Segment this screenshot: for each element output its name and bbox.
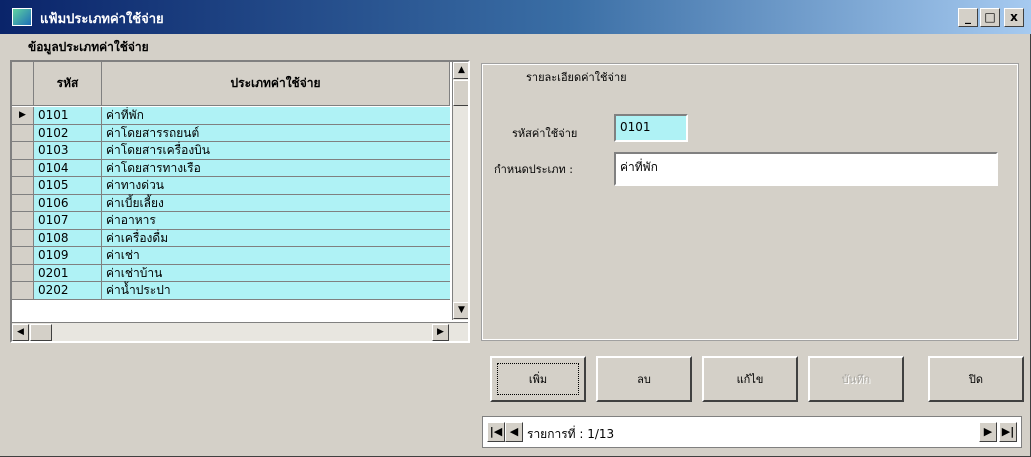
cell-type[interactable]: ค่าที่พัก <box>102 107 450 124</box>
row-indicator[interactable] <box>12 247 34 264</box>
cell-type[interactable]: ค่าอาหาร <box>102 212 450 229</box>
cell-code[interactable]: 0108 <box>34 229 102 246</box>
cell-type[interactable]: ค่าทางด่วน <box>102 177 450 194</box>
row-indicator[interactable] <box>12 142 34 159</box>
close-window-button[interactable]: x <box>1004 8 1024 27</box>
cell-type[interactable]: ค่าเช่าบ้าน <box>102 264 450 281</box>
cell-type[interactable]: ค่าเช่า <box>102 247 450 264</box>
code-label: รหัสค่าใช้จ่าย <box>512 127 578 140</box>
row-indicator[interactable] <box>12 282 34 299</box>
expense-type-grid[interactable]: รหัส ประเภทค่าใช้จ่าย ▶ 0101 ค่าที่พัก 0102… <box>10 60 470 343</box>
scroll-right-icon[interactable]: ▶ <box>432 324 449 341</box>
table-row[interactable]: 0107 ค่าอาหาร <box>12 212 450 230</box>
detail-legend: รายละเอียดค่าใช้จ่าย <box>520 68 633 86</box>
section-title: ข้อมูลประเภทค่าใช้จ่าย <box>28 40 149 54</box>
cell-code[interactable]: 0107 <box>34 212 102 229</box>
app-icon <box>12 8 32 26</box>
type-field[interactable]: ค่าที่พัก <box>614 152 998 186</box>
record-navigator: |◀ ◀ รายการที่ : 1/13 ▶ ▶| <box>482 416 1022 448</box>
row-indicator[interactable] <box>12 177 34 194</box>
delete-button[interactable]: ลบ <box>596 356 692 402</box>
cell-code[interactable]: 0103 <box>34 142 102 159</box>
grid-header: รหัส ประเภทค่าใช้จ่าย <box>12 62 450 106</box>
close-button[interactable]: ปิด <box>928 356 1024 402</box>
table-row[interactable]: 0105 ค่าทางด่วน <box>12 177 450 195</box>
cell-type[interactable]: ค่าน้ำประปา <box>102 282 450 299</box>
cell-type[interactable]: ค่าเครื่องดื่ม <box>102 229 450 246</box>
title-bar[interactable]: แฟ้มประเภทค่าใช้จ่าย _ □ x <box>0 0 1031 34</box>
cell-type[interactable]: ค่าโดยสารทางเรือ <box>102 159 450 176</box>
table-row[interactable]: 0109 ค่าเช่า <box>12 247 450 265</box>
row-indicator[interactable] <box>12 264 34 281</box>
current-row-indicator[interactable]: ▶ <box>12 107 34 124</box>
edit-button[interactable]: แก้ไข <box>702 356 798 402</box>
grid-body: ▶ 0101 ค่าที่พัก 0102 ค่าโดยสารรถยนต์ 0103 ค่า… <box>12 107 450 317</box>
table-row[interactable]: 0103 ค่าโดยสารเครื่องบิน <box>12 142 450 160</box>
code-field[interactable]: 0101 <box>614 114 688 142</box>
row-indicator[interactable] <box>12 212 34 229</box>
last-record-icon[interactable]: ▶| <box>999 422 1017 442</box>
add-button[interactable]: เพิ่ม <box>490 356 586 402</box>
table-row[interactable]: 0102 ค่าโดยสารรถยนต์ <box>12 124 450 142</box>
row-indicator[interactable] <box>12 159 34 176</box>
table-row[interactable]: 0106 ค่าเบี้ยเลี้ยง <box>12 194 450 212</box>
expense-type-window: แฟ้มประเภทค่าใช้จ่าย _ □ x ข้อมูลประเภทค… <box>0 0 1031 457</box>
cell-code[interactable]: 0201 <box>34 264 102 281</box>
scroll-down-icon[interactable]: ▼ <box>453 302 468 319</box>
table-row[interactable]: 0104 ค่าโดยสารทางเรือ <box>12 159 450 177</box>
cell-code[interactable]: 0109 <box>34 247 102 264</box>
cell-code[interactable]: 0104 <box>34 159 102 176</box>
vertical-scrollbar[interactable]: ▲ ▼ <box>452 62 468 320</box>
first-record-icon[interactable]: |◀ <box>487 422 505 442</box>
prev-record-icon[interactable]: ◀ <box>505 422 523 442</box>
next-record-icon[interactable]: ▶ <box>979 422 997 442</box>
cell-type[interactable]: ค่าโดยสารรถยนต์ <box>102 124 450 141</box>
vertical-scroll-thumb[interactable] <box>453 80 468 106</box>
cell-code[interactable]: 0105 <box>34 177 102 194</box>
grid-header-indicator <box>12 62 34 105</box>
horizontal-scrollbar[interactable]: ◀ ▶ <box>12 322 468 341</box>
scroll-up-icon[interactable]: ▲ <box>453 62 468 79</box>
record-position: รายการที่ : 1/13 <box>527 427 615 441</box>
scroll-left-icon[interactable]: ◀ <box>12 324 29 341</box>
window-title: แฟ้มประเภทค่าใช้จ่าย <box>40 12 164 27</box>
cell-code[interactable]: 0102 <box>34 124 102 141</box>
horizontal-scroll-thumb[interactable] <box>30 324 52 341</box>
row-indicator[interactable] <box>12 229 34 246</box>
maximize-button[interactable]: □ <box>980 8 1000 27</box>
column-header-code[interactable]: รหัส <box>34 62 102 105</box>
detail-groupbox <box>481 63 1019 341</box>
cell-type[interactable]: ค่าเบี้ยเลี้ยง <box>102 194 450 211</box>
row-indicator[interactable] <box>12 124 34 141</box>
table-row[interactable]: 0202 ค่าน้ำประปา <box>12 282 450 300</box>
column-header-type[interactable]: ประเภทค่าใช้จ่าย <box>102 62 450 105</box>
cell-code[interactable]: 0202 <box>34 282 102 299</box>
row-indicator[interactable] <box>12 194 34 211</box>
table-row[interactable]: 0201 ค่าเช่าบ้าน <box>12 264 450 282</box>
cell-code[interactable]: 0101 <box>34 107 102 124</box>
table-row[interactable]: 0108 ค่าเครื่องดื่ม <box>12 229 450 247</box>
cell-type[interactable]: ค่าโดยสารเครื่องบิน <box>102 142 450 159</box>
table-row[interactable]: ▶ 0101 ค่าที่พัก <box>12 107 450 125</box>
save-button[interactable]: บันทึก <box>808 356 904 402</box>
type-label: กำหนดประเภท : <box>494 163 574 176</box>
minimize-button[interactable]: _ <box>958 8 978 27</box>
cell-code[interactable]: 0106 <box>34 194 102 211</box>
